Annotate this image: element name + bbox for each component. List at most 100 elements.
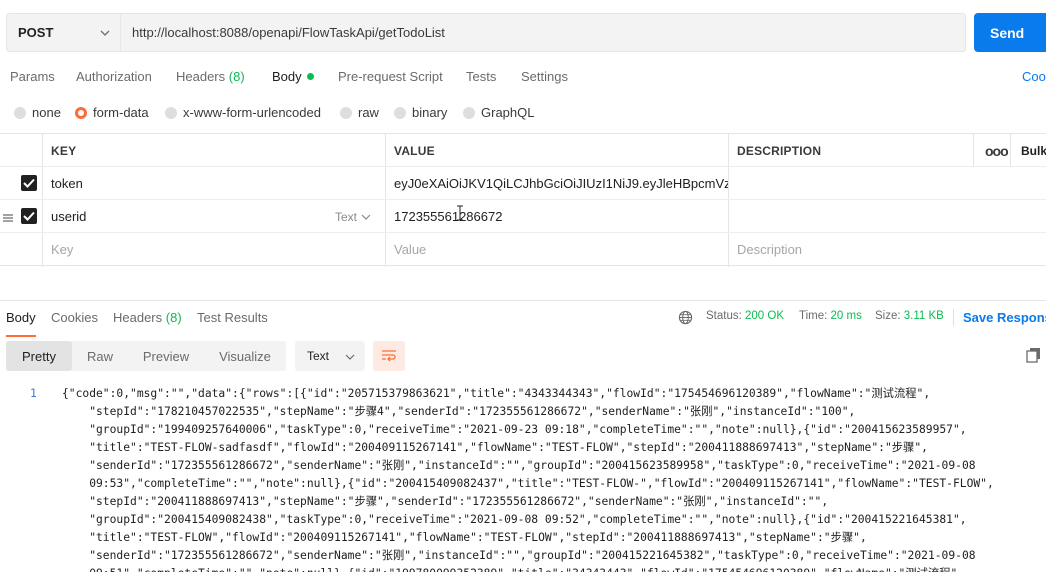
description-placeholder[interactable]: Description bbox=[728, 233, 802, 266]
size-label: Size: bbox=[875, 310, 901, 322]
body-type-selector: none form-data x-www-form-urlencoded raw… bbox=[0, 101, 1046, 125]
radio-raw[interactable]: raw bbox=[340, 105, 379, 120]
response-tab-headers[interactable]: Headers (8) bbox=[113, 310, 182, 325]
view-raw-button[interactable]: Raw bbox=[72, 341, 128, 371]
view-mode-bar: Pretty Raw Preview Visualize bbox=[6, 341, 286, 371]
status-label: Status: bbox=[706, 310, 742, 322]
type-label: Text bbox=[335, 209, 358, 224]
radio-label: raw bbox=[358, 105, 379, 120]
view-visualize-button[interactable]: Visualize bbox=[204, 341, 286, 371]
format-label: Text bbox=[307, 349, 330, 363]
radio-selected-icon bbox=[75, 106, 87, 119]
row-checkbox[interactable] bbox=[21, 208, 37, 224]
tab-label: Cookies bbox=[51, 310, 98, 325]
method-select[interactable]: POST bbox=[6, 13, 121, 52]
code-line: 09:51","completeTime":"","note":null},{"… bbox=[62, 565, 964, 572]
response-tabs: Body Cookies Headers (8) Test Results St… bbox=[0, 300, 1046, 337]
url-text: http://localhost:8088/openapi/FlowTaskAp… bbox=[132, 25, 445, 40]
tab-label: Authorization bbox=[76, 69, 152, 84]
radio-label: x-www-form-urlencoded bbox=[183, 105, 321, 120]
tab-tests[interactable]: Tests bbox=[466, 69, 496, 84]
code-line: "senderId":"172355561286672","senderName… bbox=[62, 549, 976, 562]
wrap-lines-icon bbox=[382, 350, 396, 362]
tab-authorization[interactable]: Authorization bbox=[76, 69, 152, 84]
code-line: "senderId":"172355561286672","senderName… bbox=[62, 459, 976, 472]
radio-x-www-form-urlencoded[interactable]: x-www-form-urlencoded bbox=[165, 105, 321, 120]
code-line: {"code":0,"msg":"","data":{"rows":[{"id"… bbox=[62, 387, 931, 400]
send-label: Send bbox=[990, 24, 1025, 41]
send-button[interactable]: Send bbox=[974, 13, 1046, 52]
column-header-key: KEY bbox=[51, 143, 77, 158]
view-preview-button[interactable]: Preview bbox=[128, 341, 204, 371]
tab-label: Settings bbox=[521, 69, 568, 84]
size-value: 3.11 KB bbox=[903, 310, 944, 322]
chevron-down-icon bbox=[345, 351, 355, 365]
line-number: 1 bbox=[30, 387, 37, 400]
key-placeholder[interactable]: Key bbox=[42, 233, 73, 266]
response-tab-cookies[interactable]: Cookies bbox=[51, 310, 98, 325]
size-readout: Size: 3.11 KB bbox=[875, 310, 944, 322]
code-line: "title":"TEST-FLOW-sadfasdf","flowId":"2… bbox=[62, 441, 928, 454]
tab-params[interactable]: Params bbox=[10, 69, 55, 84]
bulk-edit-button[interactable]: Bulk bbox=[1021, 134, 1046, 167]
radio-label: GraphQL bbox=[481, 105, 535, 120]
table-row: userid Text 172355561286672 bbox=[0, 200, 1046, 233]
request-tabs: Params Authorization Headers (8) Body Pr… bbox=[0, 62, 1046, 92]
tab-label: Params bbox=[10, 69, 55, 84]
value-cell[interactable]: 172355561286672 bbox=[385, 200, 502, 233]
code-line: "title":"TEST-FLOW","flowId":"2004091152… bbox=[62, 531, 867, 544]
key-cell[interactable]: token bbox=[42, 167, 83, 200]
table-row: token eyJ0eXAiOiJKV1QiLCJhbGciOiJIUzI1Ni… bbox=[0, 167, 1046, 200]
globe-icon[interactable] bbox=[678, 310, 693, 328]
method-label: POST bbox=[18, 25, 54, 40]
code-line: "stepId":"200411888697413","stepName":"步… bbox=[62, 495, 829, 508]
radio-graphql[interactable]: GraphQL bbox=[463, 105, 534, 120]
code-line: "stepId":"178210457022535","stepName":"步… bbox=[62, 405, 856, 418]
column-header-description: DESCRIPTION bbox=[737, 143, 822, 158]
radio-circle-icon bbox=[14, 106, 26, 119]
radio-circle-icon bbox=[340, 106, 352, 119]
cookies-link[interactable]: Coo bbox=[1022, 69, 1046, 84]
wrap-lines-button[interactable] bbox=[373, 341, 405, 371]
tab-count: (8) bbox=[165, 310, 182, 325]
value-placeholder[interactable]: Value bbox=[385, 233, 426, 266]
radio-label: none bbox=[32, 105, 61, 120]
code-line: "groupId":"199409257640006","taskType":0… bbox=[62, 423, 967, 436]
copy-icon[interactable] bbox=[1026, 347, 1042, 366]
radio-none[interactable]: none bbox=[14, 105, 61, 120]
row-checkbox[interactable] bbox=[21, 175, 37, 191]
text-cursor-icon bbox=[456, 205, 464, 224]
tab-label: Body bbox=[6, 310, 36, 325]
tab-label: Tests bbox=[466, 69, 497, 84]
tab-label: Headers bbox=[176, 69, 226, 84]
response-body-code[interactable]: 1 {"code":0,"msg":"","data":{"rows":[{"i… bbox=[0, 382, 1046, 572]
chevron-down-icon bbox=[100, 26, 110, 41]
tab-body[interactable]: Body bbox=[272, 69, 314, 84]
tab-headers[interactable]: Headers (8) bbox=[176, 69, 245, 84]
view-pretty-button[interactable]: Pretty bbox=[6, 341, 72, 371]
tab-label: Pre-request Script bbox=[338, 69, 443, 84]
more-options-icon[interactable]: ooo bbox=[985, 134, 1009, 167]
key-cell[interactable]: userid bbox=[42, 200, 86, 233]
tab-count: (8) bbox=[228, 69, 245, 84]
url-input[interactable]: http://localhost:8088/openapi/FlowTaskAp… bbox=[121, 13, 966, 52]
response-tab-body[interactable]: Body bbox=[6, 310, 36, 337]
radio-label: form-data bbox=[93, 105, 149, 120]
time-value: 20 ms bbox=[830, 310, 862, 322]
radio-form-data[interactable]: form-data bbox=[75, 105, 149, 120]
tab-pre-request-script[interactable]: Pre-request Script bbox=[338, 69, 443, 84]
value-cell[interactable]: eyJ0eXAiOiJKV1QiLCJhbGciOiJIUzI1NiJ9.eyJ… bbox=[385, 167, 728, 200]
status-readout: Status: 200 OK bbox=[706, 310, 784, 322]
chevron-down-icon bbox=[361, 214, 371, 220]
column-header-value: VALUE bbox=[394, 143, 435, 158]
active-dot-icon bbox=[306, 73, 314, 80]
drag-handle-icon[interactable] bbox=[3, 211, 13, 226]
save-response-button[interactable]: Save Respons bbox=[963, 310, 1046, 325]
response-tab-test-results[interactable]: Test Results bbox=[197, 310, 268, 325]
type-select[interactable]: Text bbox=[335, 200, 371, 233]
tab-label: Body bbox=[272, 69, 302, 84]
radio-circle-icon bbox=[394, 106, 406, 119]
format-select[interactable]: Text bbox=[295, 341, 365, 371]
tab-settings[interactable]: Settings bbox=[521, 69, 568, 84]
radio-binary[interactable]: binary bbox=[394, 105, 447, 120]
